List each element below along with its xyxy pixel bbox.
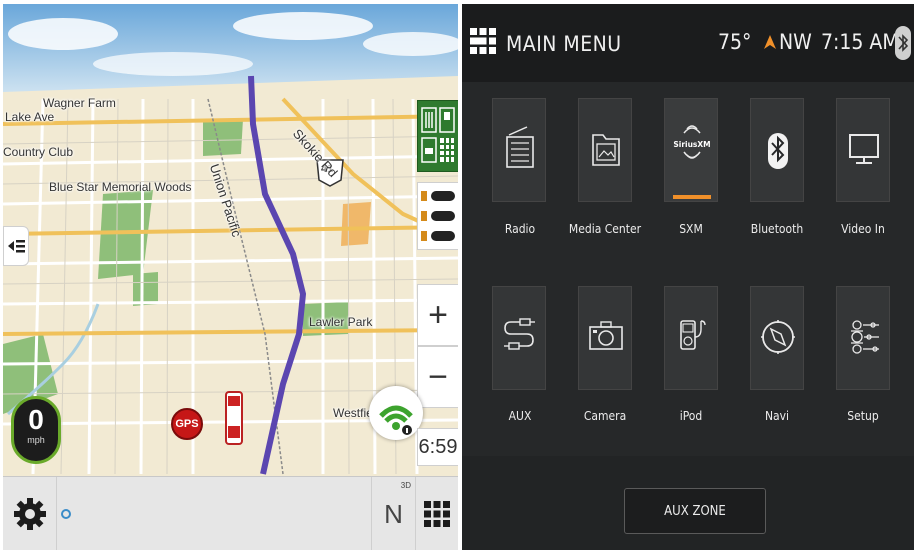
map-label-blue-star-woods: Blue Star Memorial Woods: [49, 180, 192, 194]
aux-zone-button[interactable]: AUX ZONE: [624, 488, 766, 534]
gps-status-icon: GPS: [171, 408, 203, 440]
siriusxm-icon: SiriusXM: [673, 125, 711, 199]
map-canvas[interactable]: [3, 4, 458, 550]
tile-ipod[interactable]: [664, 286, 718, 390]
location-dot-icon: [61, 509, 71, 519]
menu-header: MAIN MENU 75° NW 7:15 AM: [462, 4, 914, 82]
bluetooth-icon: [768, 133, 788, 169]
poi-icons-icon: [421, 107, 455, 163]
map-label-country-club: Country Club: [3, 145, 74, 159]
compass-icon: [761, 320, 795, 354]
media-folder-icon: [592, 134, 620, 166]
lane-bars-icon: [421, 191, 455, 241]
apps-grid-button[interactable]: [415, 477, 458, 550]
traffic-signal-button[interactable]: [369, 386, 423, 440]
sxm-active-indicator: [673, 195, 711, 199]
wifi-signal-icon: [379, 405, 413, 435]
zoom-out-button[interactable]: −: [417, 346, 458, 408]
tile-setup[interactable]: [836, 286, 890, 390]
speed-unit: mph: [27, 435, 45, 445]
tile-radio[interactable]: [492, 98, 546, 202]
speedometer: 0 mph: [11, 396, 61, 464]
map-label-wagner-farm: Wagner Farm: [43, 96, 116, 110]
monitor-icon: [849, 134, 879, 164]
compass-mode: 3D: [400, 481, 411, 490]
settings-sliders-icon: [851, 320, 879, 354]
map-menu-expand-button[interactable]: [3, 226, 29, 266]
heading-readout: NW: [779, 30, 812, 54]
compass-button[interactable]: N 3D: [371, 477, 415, 550]
tile-sxm[interactable]: SiriusXM: [664, 98, 718, 202]
tile-label-setup: Setup: [847, 409, 879, 423]
tile-aux[interactable]: [492, 286, 546, 390]
tile-label-video-in: Video In: [841, 222, 885, 236]
main-menu-panel: MAIN MENU 75° NW 7:15 AM Radio Media Cen…: [462, 4, 914, 550]
tile-bluetooth[interactable]: [750, 98, 804, 202]
siriusxm-logo-text: SiriusXM: [673, 140, 710, 149]
lane-guidance-button[interactable]: [417, 182, 458, 250]
home-grid-icon[interactable]: [470, 28, 496, 54]
list-arrow-icon: [8, 240, 25, 253]
map-settings-button[interactable]: [3, 477, 57, 550]
ipod-icon: [680, 320, 706, 350]
compass-heading: N: [384, 498, 403, 529]
heading-arrow-icon: [764, 35, 776, 49]
vehicle-marker-icon: [225, 391, 243, 445]
grid-menu-icon: [424, 501, 450, 527]
aux-cable-icon: [504, 318, 535, 350]
map-bottom-bar: N 3D: [3, 476, 458, 550]
tile-navi[interactable]: [750, 286, 804, 390]
map-label-lawler-park: Lawler Park: [309, 315, 373, 329]
camera-icon: [589, 321, 623, 350]
zoom-in-button[interactable]: +: [417, 284, 458, 346]
radio-icon: [506, 126, 534, 168]
navigation-map-panel[interactable]: Wagner Farm Lake Ave Country Club Blue S…: [3, 4, 458, 550]
gear-icon: [13, 498, 46, 530]
clock-readout: 7:15 AM: [821, 30, 899, 54]
tile-camera[interactable]: [578, 286, 632, 390]
tile-video-in[interactable]: [836, 98, 890, 202]
poi-category-button[interactable]: [417, 100, 458, 172]
tile-media-center[interactable]: [578, 98, 632, 202]
bluetooth-status-icon: [895, 26, 911, 60]
temperature-readout: 75°: [718, 30, 752, 54]
map-label-lake-ave: Lake Ave: [5, 110, 55, 124]
map-clock: 6:59: [417, 428, 458, 466]
page-title: MAIN MENU: [506, 32, 622, 56]
